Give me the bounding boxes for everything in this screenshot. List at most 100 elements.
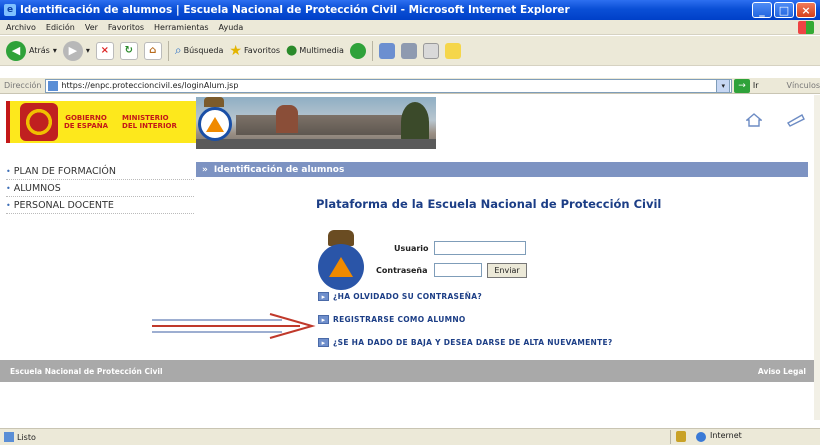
media-button[interactable]: ● Multimedia bbox=[286, 43, 344, 58]
government-logo[interactable]: GOBIERNO DE ESPAÑA MINISTERIO DEL INTERI… bbox=[6, 101, 196, 143]
print-icon[interactable] bbox=[400, 42, 417, 59]
civil-protection-logo bbox=[318, 230, 364, 290]
minimize-button[interactable]: _ bbox=[752, 2, 772, 18]
maximize-button[interactable]: □ bbox=[774, 2, 794, 18]
contact-mail-icon[interactable] bbox=[786, 113, 806, 127]
search-button[interactable]: ⌕ Búsqueda bbox=[175, 43, 224, 58]
globe-icon bbox=[696, 432, 706, 442]
address-label: Dirección bbox=[4, 81, 42, 90]
reenroll-link[interactable]: ▸ ¿SE HA DADO DE BAJA Y DESEA DARSE DE A… bbox=[318, 338, 613, 347]
back-label: Atrás bbox=[29, 46, 50, 55]
red-stripe bbox=[6, 101, 10, 143]
register-link[interactable]: ▸ REGISTRARSE COMO ALUMNO bbox=[318, 315, 466, 324]
username-input[interactable] bbox=[434, 241, 526, 255]
search-label: Búsqueda bbox=[183, 46, 224, 55]
ie-logo-icon: e bbox=[4, 4, 16, 16]
nav-item-alumnos[interactable]: • ALUMNOS bbox=[6, 180, 194, 197]
toolbar-separator bbox=[167, 40, 169, 61]
section-header: » Identificación de alumnos bbox=[196, 162, 808, 177]
password-input[interactable] bbox=[434, 263, 482, 277]
civil-protection-emblem-icon bbox=[198, 107, 232, 141]
crown-icon bbox=[204, 97, 224, 107]
reenroll-label: ¿SE HA DADO DE BAJA Y DESEA DARSE DE ALT… bbox=[333, 338, 613, 347]
close-button[interactable]: × bbox=[796, 2, 816, 18]
page-title: Plataforma de la Escuela Nacional de Pro… bbox=[316, 197, 662, 211]
edit-icon[interactable] bbox=[422, 42, 439, 59]
nav-item-plan[interactable]: • PLAN DE FORMACIÓN bbox=[6, 163, 194, 180]
gov-text: GOBIERNO DE ESPAÑA bbox=[64, 114, 108, 130]
forgot-password-link[interactable]: ▸ ¿HA OLVIDADO SU CONTRASEÑA? bbox=[318, 292, 482, 301]
go-button[interactable]: → bbox=[734, 78, 750, 93]
back-arrow-icon: ◀ bbox=[6, 40, 26, 61]
home-button[interactable]: ⌂ bbox=[143, 41, 162, 60]
links-label[interactable]: Vínculos bbox=[786, 81, 820, 90]
security-zone-label: Internet bbox=[710, 431, 742, 440]
min-line2: DEL INTERIOR bbox=[122, 122, 177, 130]
menu-favoritos[interactable]: Favoritos bbox=[108, 23, 144, 32]
menu-edicion[interactable]: Edición bbox=[46, 23, 75, 32]
ministry-text: MINISTERIO DEL INTERIOR bbox=[122, 114, 177, 130]
vertical-scrollbar[interactable] bbox=[814, 95, 820, 420]
section-header-title: Identificación de alumnos bbox=[213, 164, 345, 175]
favorites-label: Favoritos bbox=[243, 46, 281, 55]
favorites-button[interactable]: ★ Favoritos bbox=[229, 43, 280, 59]
history-icon[interactable] bbox=[349, 42, 366, 59]
bullet-icon: • bbox=[6, 200, 11, 210]
legal-notice-link[interactable]: Aviso Legal bbox=[758, 367, 806, 376]
submit-button[interactable]: Enviar bbox=[487, 263, 527, 278]
home-icon: ⌂ bbox=[143, 41, 162, 60]
forward-arrow-icon: ▶ bbox=[62, 40, 83, 61]
mail-icon[interactable] bbox=[378, 42, 395, 59]
refresh-button[interactable]: ↻ bbox=[119, 41, 138, 60]
media-label: Multimedia bbox=[299, 46, 344, 55]
menu-ayuda[interactable]: Ayuda bbox=[219, 23, 244, 32]
window-title: Identificación de alumnos | Escuela Naci… bbox=[20, 4, 570, 16]
menu-bar: Archivo Edición Ver Favoritos Herramient… bbox=[0, 20, 820, 35]
road-shape bbox=[196, 139, 436, 149]
emblem-disk-icon bbox=[318, 244, 364, 290]
bullet-icon: • bbox=[6, 166, 11, 176]
star-icon: ★ bbox=[229, 42, 242, 59]
building-shape bbox=[236, 115, 416, 135]
status-text: Listo bbox=[17, 432, 36, 442]
lock-icon bbox=[676, 431, 686, 442]
address-dropdown-button[interactable]: ▾ bbox=[716, 78, 731, 93]
status-divider bbox=[670, 430, 671, 444]
stop-button[interactable]: × bbox=[95, 41, 114, 60]
chevron-down-icon: ▾ bbox=[85, 46, 90, 55]
home-icon[interactable] bbox=[746, 113, 762, 127]
toolbar-separator bbox=[371, 40, 373, 61]
nav-item-label: PERSONAL DOCENTE bbox=[13, 199, 114, 211]
page-icon bbox=[4, 432, 14, 442]
tree-shape bbox=[401, 102, 429, 142]
gov-line1: GOBIERNO bbox=[65, 114, 107, 122]
site-banner: GOBIERNO DE ESPAÑA MINISTERIO DEL INTERI… bbox=[0, 95, 820, 150]
min-line1: MINISTERIO bbox=[122, 114, 169, 122]
back-button[interactable]: ◀ Atrás ▾ bbox=[6, 40, 57, 61]
menu-ver[interactable]: Ver bbox=[85, 23, 98, 32]
media-icon: ● bbox=[286, 43, 298, 58]
window-controls: _ □ × bbox=[752, 2, 816, 18]
menu-archivo[interactable]: Archivo bbox=[6, 23, 36, 32]
menu-herramientas[interactable]: Herramientas bbox=[154, 23, 209, 32]
address-input[interactable]: https://enpc.proteccioncivil.es/loginAlu… bbox=[45, 78, 733, 93]
chevron-down-icon: » bbox=[202, 164, 208, 175]
address-url: https://enpc.proteccioncivil.es/loginAlu… bbox=[61, 81, 239, 90]
status-bar: Listo Internet bbox=[0, 428, 820, 445]
bullet-icon: • bbox=[6, 183, 11, 193]
forward-button[interactable]: ▶ ▾ bbox=[62, 40, 90, 61]
annotation-arrow-icon bbox=[152, 313, 316, 339]
nav-item-personal[interactable]: • PERSONAL DOCENTE bbox=[6, 197, 194, 214]
toolbar: ◀ Atrás ▾ ▶ ▾ × ↻ ⌂ ⌕ Búsqueda ★ Favorit… bbox=[0, 36, 820, 66]
stop-icon: × bbox=[95, 41, 114, 60]
messenger-icon[interactable] bbox=[444, 42, 461, 59]
left-nav: • PLAN DE FORMACIÓN • ALUMNOS • PERSONAL… bbox=[6, 163, 194, 214]
site-footer: Escuela Nacional de Protección Civil Avi… bbox=[0, 360, 820, 382]
forgot-password-label: ¿HA OLVIDADO SU CONTRASEÑA? bbox=[333, 292, 483, 301]
username-label: Usuario bbox=[394, 244, 429, 253]
go-label[interactable]: Ir bbox=[753, 81, 759, 90]
nav-item-label: PLAN DE FORMACIÓN bbox=[13, 165, 117, 177]
window-titlebar: e Identificación de alumnos | Escuela Na… bbox=[0, 0, 820, 20]
arrow-right-icon: ▸ bbox=[318, 338, 329, 347]
page-icon bbox=[48, 80, 59, 91]
